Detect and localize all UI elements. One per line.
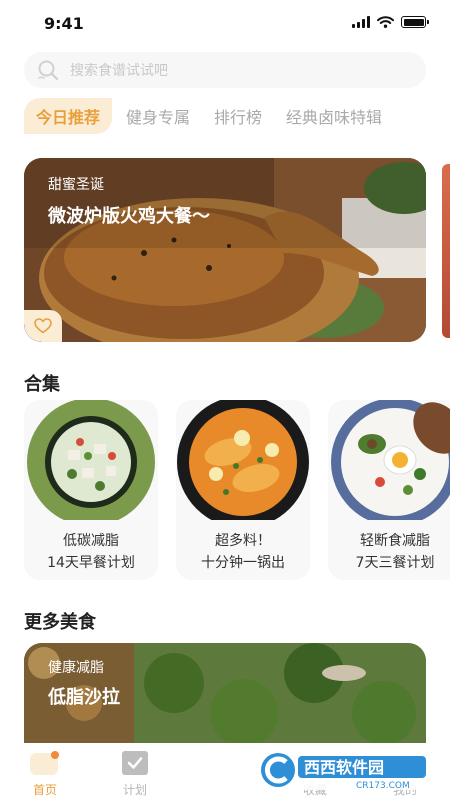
tab-classic-braised[interactable]: 经典卤味特辑 bbox=[286, 104, 382, 128]
curry-fish-plate-image bbox=[177, 400, 309, 520]
nav-plan-label: 计划 bbox=[122, 783, 147, 797]
collections-list: 低碳减脂 14天早餐计划 超多料！ 十分钟一锅出 轻断食减脂 7天三餐计划 bbox=[24, 400, 450, 580]
collection-title: 低碳减脂 bbox=[63, 533, 119, 549]
salad-plate-image bbox=[27, 400, 155, 520]
status-icons bbox=[352, 16, 429, 28]
recipe-subtitle: 健康减脂 bbox=[48, 660, 104, 676]
battery-icon bbox=[401, 16, 429, 28]
tab-ranking[interactable]: 排行榜 bbox=[214, 104, 262, 128]
category-tabs: 今日推荐 健身专属 排行榜 经典卤味特辑 bbox=[24, 98, 406, 134]
collections-title: 合集 bbox=[24, 374, 60, 395]
tab-fitness[interactable]: 健身专属 bbox=[126, 104, 190, 128]
collection-subtitle: 7天三餐计划 bbox=[355, 555, 435, 571]
collection-title: 超多料！ bbox=[215, 533, 271, 549]
nav-home-label: 首页 bbox=[32, 783, 57, 797]
wifi-icon bbox=[377, 16, 394, 28]
watermark-url: CR173.COM bbox=[356, 781, 410, 791]
nav-plan[interactable]: 计划 bbox=[90, 743, 180, 800]
heart-icon bbox=[34, 318, 52, 334]
status-bar: 9:41 bbox=[0, 0, 450, 46]
search-placeholder: 搜索食谱试试吧 bbox=[70, 63, 168, 79]
banner-title: 微波炉版火鸡大餐～ bbox=[48, 206, 210, 227]
watermark-text: 西西软件园 bbox=[304, 758, 384, 777]
collection-card[interactable]: 超多料！ 十分钟一锅出 bbox=[176, 400, 310, 580]
tab-today-recommend[interactable]: 今日推荐 bbox=[24, 98, 113, 134]
nav-home[interactable]: 首页 bbox=[0, 743, 90, 800]
watermark-logo: 西西软件园 CR173.COM bbox=[256, 750, 432, 791]
favorite-button[interactable] bbox=[24, 310, 62, 342]
plan-check-icon bbox=[122, 751, 148, 775]
recipe-card[interactable]: 健康减脂 低脂沙拉 bbox=[24, 643, 426, 743]
home-icon bbox=[30, 751, 59, 775]
collection-card[interactable]: 低碳减脂 14天早餐计划 bbox=[24, 400, 158, 580]
cellular-signal-icon bbox=[352, 16, 370, 28]
search-icon bbox=[38, 60, 59, 81]
more-food-title: 更多美食 bbox=[24, 612, 96, 633]
featured-banner[interactable]: 甜蜜圣诞 微波炉版火鸡大餐～ bbox=[24, 158, 426, 342]
collection-title: 轻断食减脂 bbox=[360, 533, 430, 549]
banner-subtitle: 甜蜜圣诞 bbox=[48, 177, 104, 193]
recipe-title: 低脂沙拉 bbox=[48, 687, 120, 708]
next-banner-peek[interactable] bbox=[442, 164, 450, 338]
collection-subtitle: 14天早餐计划 bbox=[47, 555, 135, 571]
collection-card[interactable]: 轻断食减脂 7天三餐计划 bbox=[328, 400, 450, 580]
status-time: 9:41 bbox=[44, 14, 84, 33]
collection-subtitle: 十分钟一锅出 bbox=[201, 555, 285, 571]
egg-avocado-plate-image bbox=[331, 400, 450, 520]
search-bar[interactable]: 搜索食谱试试吧 bbox=[24, 52, 426, 88]
